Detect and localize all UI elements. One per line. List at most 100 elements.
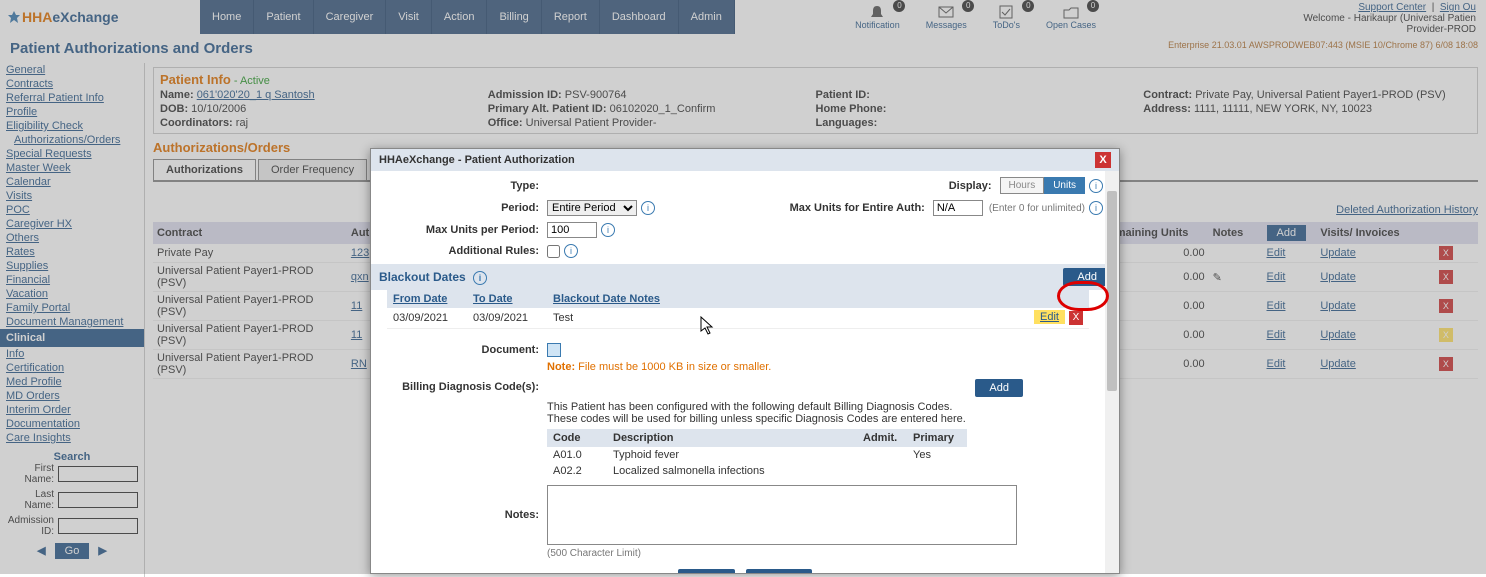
notes-textarea[interactable]	[547, 485, 1017, 545]
blackout-add-button[interactable]: Add	[1063, 268, 1111, 286]
sidebar-item-referral[interactable]: Referral Patient Info	[0, 91, 144, 105]
add-rules-checkbox[interactable]	[547, 245, 560, 258]
update-link[interactable]: Update	[1320, 358, 1355, 370]
menu-report[interactable]: Report	[542, 0, 600, 34]
sidebar-item-supplies[interactable]: Supplies	[0, 259, 144, 273]
update-link[interactable]: Update	[1320, 329, 1355, 341]
next-arrow-icon[interactable]: ▶	[98, 545, 106, 557]
sidebar-item-rates[interactable]: Rates	[0, 245, 144, 259]
sidebar-item-vacation[interactable]: Vacation	[0, 287, 144, 301]
sidebar-item-info[interactable]: Info	[0, 347, 144, 361]
blackout-title: Blackout Dates	[379, 270, 466, 284]
sidebar-item-careinsights[interactable]: Care Insights	[0, 431, 144, 445]
sidebar-item-documentation[interactable]: Documentation	[0, 417, 144, 431]
last-name-input[interactable]	[58, 492, 138, 508]
sidebar-item-mdorders[interactable]: MD Orders	[0, 389, 144, 403]
update-link[interactable]: Update	[1320, 271, 1355, 283]
note-icon[interactable]: ✎	[1213, 272, 1222, 284]
tab-order-frequency[interactable]: Order Frequency	[258, 159, 367, 180]
deleted-auth-history-link[interactable]: Deleted Authorization History	[1336, 204, 1478, 216]
sidebar-item-financial[interactable]: Financial	[0, 273, 144, 287]
info-icon[interactable]: i	[473, 271, 487, 285]
document-upload-icon[interactable]	[547, 343, 561, 357]
edit-link[interactable]: Edit	[1267, 329, 1286, 341]
blackout-edit-link[interactable]: Edit	[1034, 310, 1065, 324]
col-bo-notes[interactable]: Blackout Date Notes	[547, 290, 1019, 308]
save-button[interactable]: Save	[678, 569, 735, 573]
add-auth-button[interactable]: Add	[1267, 225, 1307, 241]
enter0-hint: (Enter 0 for unlimited)	[989, 203, 1085, 214]
sidebar-item-docmgmt[interactable]: Document Management	[0, 315, 144, 329]
edit-link[interactable]: Edit	[1267, 247, 1286, 259]
max-per-input[interactable]	[547, 222, 597, 238]
max-entire-input[interactable]	[933, 200, 983, 216]
support-link[interactable]: Support Center	[1358, 2, 1426, 13]
sidebar-item-poc[interactable]: POC	[0, 203, 144, 217]
sidebar-item-special[interactable]: Special Requests	[0, 147, 144, 161]
notification-icon[interactable]: 0 Notification	[855, 4, 900, 30]
diag-label: Billing Diagnosis Code(s):	[387, 379, 547, 393]
document-label: Document:	[387, 344, 547, 356]
tab-authorizations[interactable]: Authorizations	[153, 159, 256, 180]
sidebar-item-cert[interactable]: Certification	[0, 361, 144, 375]
search-title: Search	[6, 451, 138, 463]
edit-link[interactable]: Edit	[1267, 358, 1286, 370]
sidebar-item-medprofile[interactable]: Med Profile	[0, 375, 144, 389]
update-link[interactable]: Update	[1320, 300, 1355, 312]
go-button[interactable]: Go	[55, 543, 90, 559]
diag-add-button[interactable]: Add	[975, 379, 1023, 397]
menu-visit[interactable]: Visit	[386, 0, 432, 34]
info-icon[interactable]: i	[601, 223, 615, 237]
sidebar-item-eligibility[interactable]: Eligibility Check	[0, 119, 144, 133]
display-units-toggle[interactable]: Units	[1044, 177, 1085, 194]
first-name-input[interactable]	[58, 466, 138, 482]
col-to[interactable]: To Date	[467, 290, 547, 308]
period-select[interactable]: Entire Period	[547, 200, 637, 216]
info-icon[interactable]: i	[564, 244, 578, 258]
blackout-delete-icon[interactable]: X	[1069, 311, 1083, 325]
sidebar-item-general[interactable]: General	[0, 63, 144, 77]
menu-admin[interactable]: Admin	[679, 0, 735, 34]
sidebar-item-familyportal[interactable]: Family Portal	[0, 301, 144, 315]
menu-dashboard[interactable]: Dashboard	[600, 0, 679, 34]
menu-home[interactable]: Home	[200, 0, 254, 34]
delete-icon[interactable]: X	[1439, 246, 1453, 260]
delete-icon[interactable]: X	[1439, 328, 1453, 342]
update-link[interactable]: Update	[1320, 247, 1355, 259]
delete-icon[interactable]: X	[1439, 299, 1453, 313]
sidebar-item-profile[interactable]: Profile	[0, 105, 144, 119]
info-icon[interactable]: i	[1089, 179, 1103, 193]
col-from[interactable]: From Date	[387, 290, 467, 308]
menu-patient[interactable]: Patient	[254, 0, 313, 34]
edit-link[interactable]: Edit	[1267, 271, 1286, 283]
modal-scrollbar[interactable]	[1105, 171, 1119, 573]
display-hours-toggle[interactable]: Hours	[1000, 177, 1045, 194]
menu-action[interactable]: Action	[432, 0, 488, 34]
info-icon[interactable]: i	[641, 201, 655, 215]
prev-arrow-icon[interactable]: ◀	[37, 545, 45, 557]
sidebar-item-caregiverhx[interactable]: Caregiver HX	[0, 217, 144, 231]
messages-icon[interactable]: 0 Messages	[926, 4, 967, 30]
sidebar-item-calendar[interactable]: Calendar	[0, 175, 144, 189]
sidebar-item-authorders[interactable]: Authorizations/Orders	[0, 133, 144, 147]
signout-link[interactable]: Sign Ou	[1440, 2, 1476, 13]
close-icon[interactable]: X	[1095, 152, 1111, 168]
edit-link[interactable]: Edit	[1267, 300, 1286, 312]
sidebar-item-interim[interactable]: Interim Order	[0, 403, 144, 417]
delete-icon[interactable]: X	[1439, 357, 1453, 371]
sidebar-item-visits[interactable]: Visits	[0, 189, 144, 203]
sidebar-item-contracts[interactable]: Contracts	[0, 77, 144, 91]
menu-billing[interactable]: Billing	[487, 0, 541, 34]
menu-caregiver[interactable]: Caregiver	[314, 0, 387, 34]
sidebar-item-others[interactable]: Others	[0, 231, 144, 245]
sidebar-item-masterweek[interactable]: Master Week	[0, 161, 144, 175]
todos-icon[interactable]: 0 ToDo's	[993, 4, 1020, 30]
delete-icon[interactable]: X	[1439, 270, 1453, 284]
admission-id-input[interactable]	[58, 518, 138, 534]
notes-limit: (500 Character Limit)	[547, 548, 1017, 559]
table-row: A02.2 Localized salmonella infections	[547, 463, 967, 479]
info-icon[interactable]: i	[1089, 201, 1103, 215]
patient-name-link[interactable]: 061'020'20_1 q Santosh	[197, 89, 315, 101]
opencases-icon[interactable]: 0 Open Cases	[1046, 4, 1096, 30]
cancel-button[interactable]: Cancel	[746, 569, 812, 573]
